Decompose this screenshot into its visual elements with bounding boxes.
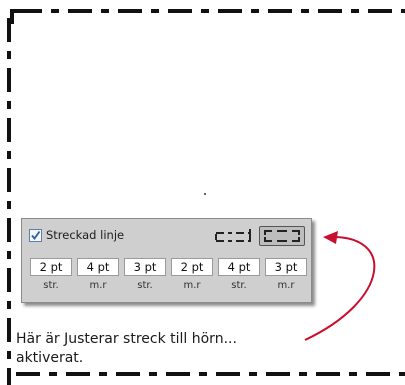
dash-corner-icon (215, 229, 251, 242)
callout-arrow (304, 235, 376, 341)
corner-option-adjusted[interactable] (259, 226, 305, 246)
dash-field-1: 2 pt str. (30, 258, 72, 291)
gap-field-3: 3 pt m.r (265, 258, 307, 291)
dash-value-input[interactable]: 3 pt (124, 258, 166, 276)
gap-value-input[interactable]: 4 pt (77, 258, 119, 276)
dashed-line-toggle[interactable]: Streckad linje (29, 228, 124, 242)
dash-field-label: str. (43, 280, 59, 291)
dash-field-2: 3 pt str. (124, 258, 166, 291)
dashed-line-label: Streckad linje (46, 228, 125, 242)
callout-line-1: Här är Justerar streck till hörn... (16, 331, 237, 347)
dash-value-input[interactable]: 2 pt (30, 258, 72, 276)
gap-field-label: m.r (277, 280, 295, 291)
checkmark-icon (31, 230, 41, 240)
dash-value-input[interactable]: 4 pt (218, 258, 260, 276)
dash-field-3: 4 pt str. (218, 258, 260, 291)
dashed-line-checkbox[interactable] (29, 228, 42, 242)
callout-arrowhead (323, 231, 338, 244)
gap-field-label: m.r (183, 280, 201, 291)
gap-field-1: 4 pt m.r (77, 258, 119, 291)
dashed-frame (7, 9, 405, 385)
frame-corner-marker (10, 9, 26, 24)
dash-gap-fields: 2 pt str. 4 pt m.r 3 pt str. 2 pt m.r 4 … (30, 258, 307, 291)
corner-option-default[interactable] (212, 226, 254, 246)
dash-field-label: str. (137, 280, 153, 291)
center-dot (204, 193, 206, 195)
gap-value-input[interactable]: 2 pt (171, 258, 213, 276)
callout-caption: Här är Justerar streck till hörn... akti… (16, 330, 316, 368)
gap-field-label: m.r (89, 280, 107, 291)
dash-field-label: str. (231, 280, 247, 291)
dashed-frame-canvas (7, 9, 405, 385)
gap-field-2: 2 pt m.r (171, 258, 213, 291)
dash-options-panel: Streckad linje 2 pt str. 4 pt m.r 3 pt s… (21, 218, 312, 303)
callout-line-2: aktiverat. (16, 350, 84, 366)
gap-value-input[interactable]: 3 pt (265, 258, 307, 276)
dash-corner-adjusted-icon (264, 230, 300, 242)
